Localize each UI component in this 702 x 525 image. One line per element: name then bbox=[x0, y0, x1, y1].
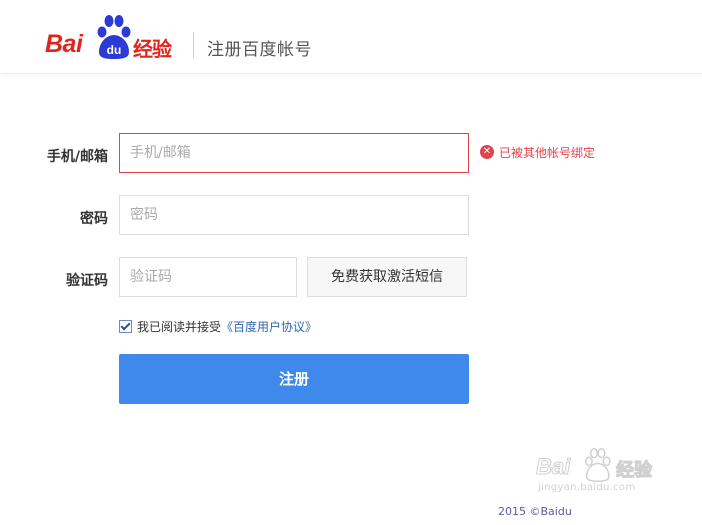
copyright: 2015 ©Baidu bbox=[498, 505, 572, 518]
captcha-input[interactable]: 验证码 bbox=[119, 257, 297, 297]
password-input[interactable]: 密码 bbox=[119, 195, 469, 235]
watermark-url: jingyan.baidu.com bbox=[538, 482, 636, 493]
watermark-jingyan-text: 经验 bbox=[616, 460, 653, 482]
header: Bai du 经验 注册百度帐号 bbox=[0, 0, 702, 74]
watermark-paw-icon bbox=[584, 448, 611, 482]
watermark-bai-text: Bai bbox=[535, 454, 571, 480]
agreement-row: 我已阅读并接受《百度用户协议》 bbox=[119, 319, 317, 335]
get-sms-button[interactable]: 免费获取激活短信 bbox=[307, 257, 467, 297]
user-agreement-link[interactable]: 《百度用户协议》 bbox=[221, 320, 317, 334]
baidu-paw-icon: du bbox=[97, 15, 131, 59]
agreement-text: 我已阅读并接受 bbox=[137, 320, 222, 334]
watermark: Bai 经验 jingyan.baidu.com bbox=[535, 448, 666, 494]
password-label: 密码 bbox=[80, 211, 108, 227]
phone-email-input[interactable]: 手机/邮箱 bbox=[119, 133, 469, 173]
register-button[interactable]: 注册 bbox=[119, 354, 469, 404]
phone-email-label: 手机/邮箱 bbox=[46, 149, 108, 165]
logo-paw-du-text: du bbox=[107, 43, 122, 57]
phone-error-text: 已被其他帐号绑定 bbox=[499, 146, 596, 160]
captcha-label: 验证码 bbox=[66, 273, 108, 289]
error-icon: ✕ bbox=[480, 145, 494, 159]
page-title: 注册百度帐号 bbox=[207, 40, 312, 60]
logo-jingyan-text: 经验 bbox=[133, 37, 172, 61]
agreement-checkbox[interactable] bbox=[119, 320, 132, 333]
phone-error-message: ✕ 已被其他帐号绑定 bbox=[480, 145, 595, 161]
logo-bai-text: Bai bbox=[45, 30, 83, 58]
baidu-jingyan-logo[interactable]: Bai du 经验 bbox=[45, 14, 185, 62]
header-divider bbox=[193, 32, 194, 58]
